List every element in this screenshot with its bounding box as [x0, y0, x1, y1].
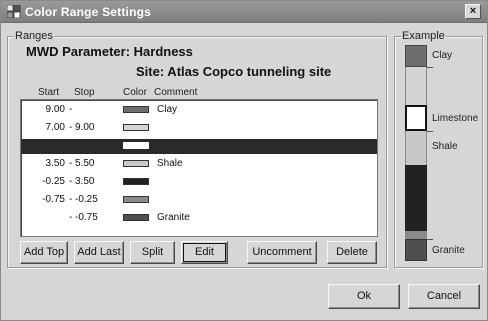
delete-button[interactable]: Delete	[327, 241, 377, 264]
range-color-swatch	[123, 214, 149, 221]
range-row[interactable]	[21, 139, 377, 154]
column-header-color: Color	[123, 87, 147, 98]
range-color-swatch	[123, 124, 149, 131]
column-header-stop: Stop	[74, 87, 95, 98]
edit-button[interactable]: Edit	[181, 241, 228, 264]
range-color-swatch	[123, 106, 149, 113]
example-label-shale: Shale	[432, 141, 458, 152]
example-tick	[427, 239, 433, 240]
uncomment-button[interactable]: Uncomment	[247, 241, 317, 264]
example-label-clay: Clay	[432, 50, 453, 61]
range-color-swatch	[123, 160, 149, 167]
range-stop: -0.75	[75, 212, 98, 223]
range-comment: Granite	[157, 212, 190, 223]
range-start: 7.00	[45, 122, 65, 133]
range-stop: 9.00	[75, 122, 95, 133]
example-swatch-shale	[405, 131, 427, 165]
range-color-swatch	[123, 142, 149, 149]
range-start: 9.00	[45, 104, 65, 115]
range-row[interactable]: 3.50-5.50 Shale	[21, 157, 377, 172]
add-last-button[interactable]: Add Last	[74, 241, 124, 264]
example-tick	[427, 67, 433, 68]
range-separator: -	[69, 194, 73, 205]
title-bar[interactable]: Color Range Settings ×	[1, 1, 487, 23]
color-range-settings-dialog: Color Range Settings × Ranges MWD Parame…	[0, 0, 488, 321]
split-button[interactable]: Split	[130, 241, 175, 264]
range-list[interactable]: 9.00- Clay 7.00-9.00 3.50-5.50 Shale -0.25-3.…	[20, 99, 378, 237]
range-separator: -	[69, 158, 73, 169]
example-group-caption: Example	[401, 30, 446, 42]
ok-button[interactable]: Ok	[328, 284, 400, 309]
range-row[interactable]: - -0.75 Granite	[21, 211, 377, 226]
example-tick	[427, 131, 433, 132]
range-separator: -	[69, 176, 73, 187]
example-swatch-granite	[405, 239, 427, 261]
range-row[interactable]: -0.25-3.50	[21, 175, 377, 190]
range-row[interactable]: -0.75- -0.25	[21, 193, 377, 208]
range-stop: -0.25	[75, 194, 98, 205]
range-color-swatch	[123, 196, 149, 203]
ranges-group-caption: Ranges	[14, 30, 54, 42]
range-stop: 3.50	[75, 176, 95, 187]
site-label: Site: Atlas Copco tunneling site	[136, 64, 332, 79]
example-group: Example Clay Limestone Shale Granite	[394, 30, 483, 268]
example-swatch-mid	[405, 231, 427, 239]
column-header-start: Start	[38, 87, 60, 98]
range-start: 3.50	[45, 158, 65, 169]
add-top-button[interactable]: Add Top	[20, 241, 68, 264]
column-header-comment: Comment	[154, 87, 198, 98]
ranges-group: Ranges MWD Parameter: Hardness Site: Atl…	[7, 30, 387, 268]
range-row[interactable]: 9.00- Clay	[21, 103, 377, 118]
range-comment: Clay	[157, 104, 178, 115]
range-comment: Shale	[157, 158, 183, 169]
range-stop: 5.50	[75, 158, 95, 169]
example-label-granite: Granite	[432, 245, 465, 256]
range-start: -0.75	[42, 194, 65, 205]
close-icon: ×	[469, 5, 477, 17]
range-color-swatch	[123, 178, 149, 185]
example-label-limestone: Limestone	[432, 113, 479, 124]
range-start: -0.25	[42, 176, 65, 187]
example-swatch-limestone	[405, 105, 427, 131]
range-row[interactable]: 7.00-9.00	[21, 121, 377, 136]
mwd-parameter-label: MWD Parameter: Hardness	[26, 44, 193, 59]
cancel-button[interactable]: Cancel	[408, 284, 480, 309]
window-title: Color Range Settings	[25, 5, 152, 19]
range-separator: -	[69, 122, 73, 133]
example-swatch-light	[405, 67, 427, 105]
range-separator: -	[69, 212, 73, 223]
example-swatch-dark	[405, 165, 427, 231]
palette-icon	[6, 4, 21, 19]
example-swatch-clay	[405, 45, 427, 67]
range-separator: -	[69, 104, 73, 115]
close-button[interactable]: ×	[465, 4, 481, 19]
